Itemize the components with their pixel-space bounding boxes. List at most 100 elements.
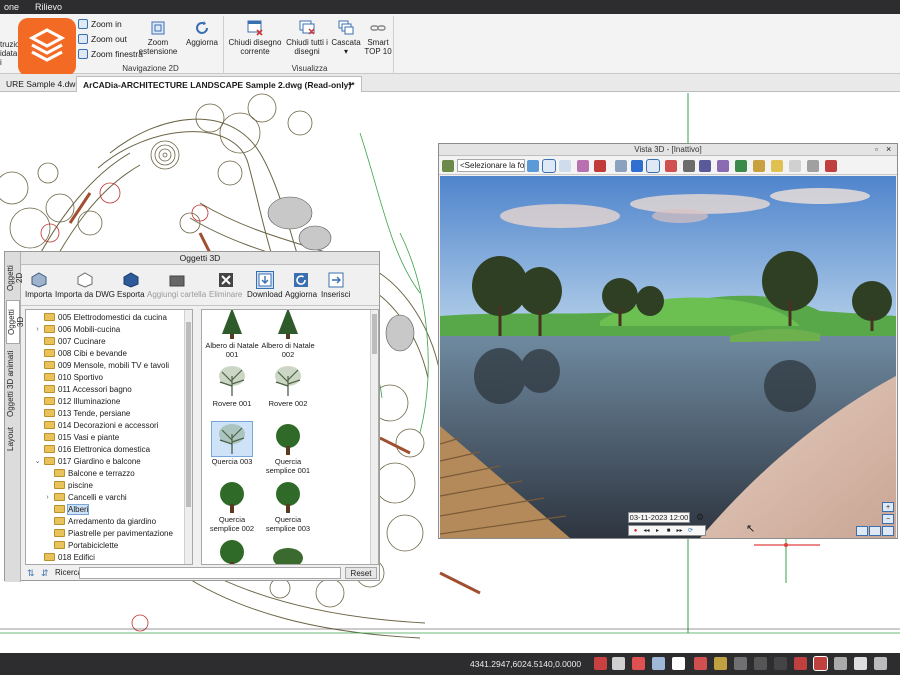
walk-icon[interactable]: [559, 160, 571, 172]
comment-icon[interactable]: [612, 657, 625, 670]
grid-icon[interactable]: [754, 657, 767, 670]
zoom-out-3d-icon[interactable]: −: [882, 514, 894, 524]
object-thumbnail-grid[interactable]: Albero di Natale 001 Albero di Natale 002…: [201, 309, 379, 565]
refresh-objects-button[interactable]: Aggiorna: [285, 272, 317, 299]
otrack-icon[interactable]: [834, 657, 847, 670]
restore-window-icon[interactable]: ▫: [875, 145, 878, 154]
tree-item[interactable]: 012 Illuminazione: [34, 395, 120, 407]
target-icon[interactable]: [646, 159, 660, 173]
import-dwg-button[interactable]: Importa da DWG: [55, 272, 115, 299]
datetime-display[interactable]: 03-11-2023 12:00: [628, 512, 690, 523]
section-icon[interactable]: [825, 160, 837, 172]
tree-item[interactable]: 013 Tende, persiane: [34, 407, 130, 419]
forward-icon[interactable]: ▸▸: [675, 527, 684, 535]
crosshair-icon[interactable]: [632, 657, 645, 670]
tree-item[interactable]: Balcone e terrazzo: [44, 467, 135, 479]
tree-item[interactable]: 010 Sportivo: [34, 371, 103, 383]
tree-item[interactable]: Piastrelle per pavimentazione: [44, 527, 173, 539]
tree-expander-icon[interactable]: ⌄: [34, 457, 41, 465]
zoom-in-3d-icon[interactable]: +: [882, 502, 894, 512]
redo-view-icon[interactable]: [869, 526, 881, 536]
properties-icon[interactable]: [714, 657, 727, 670]
expand-all-icon[interactable]: ⇅: [27, 568, 35, 579]
tree-item[interactable]: › Cancelli e varchi: [44, 491, 126, 503]
stop-icon[interactable]: ■: [664, 527, 673, 535]
cascade-button[interactable]: Cascata ▾: [331, 20, 361, 56]
import-button[interactable]: Importa: [25, 272, 52, 299]
tree-item[interactable]: 008 Cibi e bevande: [34, 347, 127, 359]
object-item[interactable]: Quercia semplice 002: [204, 480, 260, 533]
osnap-icon[interactable]: [813, 656, 828, 671]
tree-scrollbar[interactable]: [184, 310, 192, 564]
camera-icon[interactable]: [665, 160, 677, 172]
object-item[interactable]: Albero di Natale 001: [204, 310, 260, 359]
tree-item[interactable]: Alberi: [44, 503, 90, 515]
grid-scroll-thumb[interactable]: [372, 314, 377, 354]
tree-item[interactable]: 018 Edifici: [34, 551, 95, 563]
window-icon[interactable]: [652, 657, 665, 670]
sun-icon[interactable]: [753, 160, 765, 172]
play-icon[interactable]: ▸: [653, 527, 662, 535]
refresh-2d-button[interactable]: Aggiorna: [182, 20, 222, 47]
tab-layout[interactable]: Layout: [6, 424, 20, 454]
settings-icon[interactable]: ⚙: [696, 512, 704, 523]
save-view-icon[interactable]: [699, 160, 711, 172]
close-window-icon[interactable]: ×: [886, 144, 891, 154]
tab-objects-3d[interactable]: Oggetti 3D: [6, 300, 25, 344]
download-button[interactable]: Download: [247, 271, 283, 299]
snap-icon[interactable]: [594, 657, 607, 670]
tree-item[interactable]: Portabiciclette: [44, 539, 118, 551]
object-item[interactable]: Rovere 002: [260, 364, 316, 409]
tree-item[interactable]: 007 Cucinare: [34, 335, 106, 347]
export-button[interactable]: Esporta: [117, 272, 145, 299]
tree-item[interactable]: 014 Decorazioni e accessori: [34, 419, 159, 431]
3d-icon[interactable]: [789, 160, 801, 172]
pan-icon[interactable]: [615, 160, 627, 172]
object-item[interactable]: Albero di Natale 002: [260, 310, 316, 359]
object-item[interactable]: [204, 538, 260, 564]
loop-icon[interactable]: ⟳: [686, 527, 695, 535]
tree-item[interactable]: ⌄019 Agricoltura: [34, 563, 111, 564]
zoom-out-button[interactable]: Zoom out: [78, 34, 127, 44]
tree-expander-icon[interactable]: ›: [44, 494, 51, 501]
rendered-scene[interactable]: 03-11-2023 12:00 ⚙ ● ◂◂ ▸ ■ ▸▸ ⟳ + − ↖: [440, 176, 896, 538]
object-item[interactable]: Quercia 003: [204, 421, 260, 467]
smart-top10-button[interactable]: Smart TOP 10: [362, 20, 394, 56]
object-item[interactable]: Rovere 001: [204, 364, 260, 409]
tree-item[interactable]: 009 Mensole, mobili TV e tavoli: [34, 359, 169, 371]
menu-lines-icon[interactable]: [854, 657, 867, 670]
object-item[interactable]: [260, 538, 316, 564]
insert-button[interactable]: Inserisci: [321, 272, 350, 299]
zoom-extents-3d-icon[interactable]: [882, 526, 894, 536]
ortho-icon[interactable]: [774, 657, 787, 670]
light-icon[interactable]: [527, 160, 539, 172]
object-item[interactable]: Quercia semplice 001: [260, 422, 316, 475]
tree-item[interactable]: 016 Elettronica domestica: [34, 443, 150, 455]
orbit-icon[interactable]: [542, 159, 556, 173]
zoom-in-button[interactable]: Zoom in: [78, 19, 122, 29]
film-icon[interactable]: [594, 160, 606, 172]
close-current-drawing-button[interactable]: Chiudi disegno corrente: [226, 20, 284, 56]
cascade-dropdown-icon[interactable]: ▾: [344, 47, 348, 56]
delete-button[interactable]: Eliminare: [209, 272, 242, 299]
rewind-icon[interactable]: ◂◂: [642, 527, 651, 535]
record-icon[interactable]: ●: [631, 527, 640, 535]
close-all-drawings-button[interactable]: Chiudi tutti i disegni: [284, 20, 330, 56]
polar-icon[interactable]: [794, 657, 807, 670]
tree-scroll-thumb[interactable]: [186, 322, 191, 507]
category-tree[interactable]: 005 Elettrodomestici da cucina › 006 Mobil…: [25, 309, 193, 565]
gear-icon[interactable]: [874, 657, 887, 670]
texture-icon[interactable]: [735, 160, 747, 172]
tree-item[interactable]: piscine: [44, 479, 93, 491]
tab-objects-2d[interactable]: Oggetti 2D: [6, 258, 24, 298]
rotate-icon[interactable]: [807, 160, 819, 172]
grid-scrollbar[interactable]: [370, 310, 378, 564]
tree-item[interactable]: 005 Elettrodomestici da cucina: [34, 311, 167, 323]
render-icon[interactable]: [577, 160, 589, 172]
tree-item[interactable]: 015 Vasi e piante: [34, 431, 119, 443]
panel-icon[interactable]: [672, 657, 685, 670]
tree-item[interactable]: › 006 Mobili-cucina: [34, 323, 120, 335]
collapse-all-icon[interactable]: ⇵: [41, 568, 49, 579]
tree-item[interactable]: Arredamento da giardino: [44, 515, 156, 527]
print-icon[interactable]: [683, 160, 695, 172]
